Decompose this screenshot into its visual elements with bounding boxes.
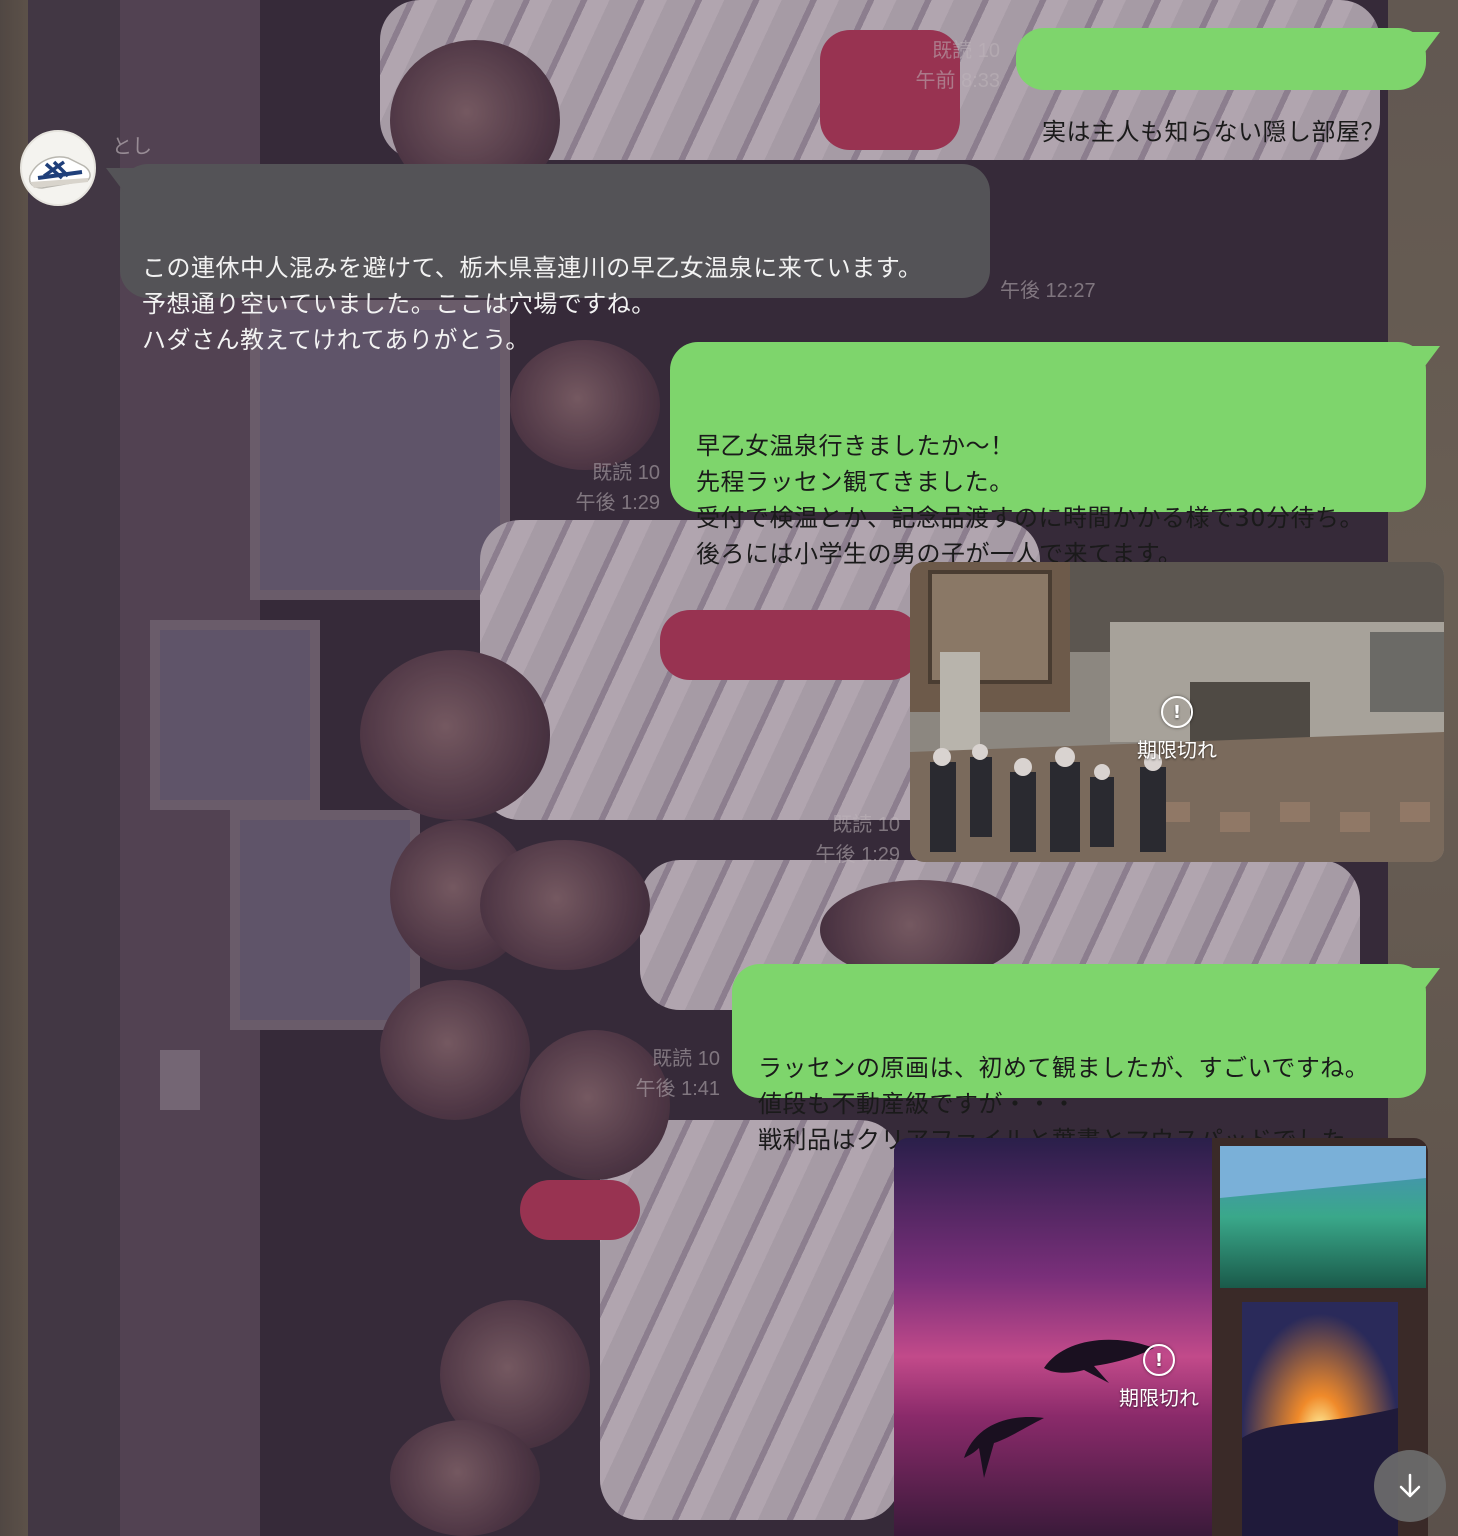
message-meta: 既読 10 午後 1:29 [520, 458, 660, 518]
image-message[interactable]: ! 期限切れ [894, 1138, 1428, 1536]
read-receipt: 既読 10 [832, 814, 900, 836]
message-time: 午後 12:27 [1000, 280, 1096, 302]
outgoing-message-bubble[interactable]: 実は主人も知らない隠し部屋？ [1016, 28, 1440, 146]
incoming-message-bubble[interactable]: この連休中人混みを避けて、栃木県喜連川の早乙女温泉に来ています。 予想通り空いて… [106, 164, 990, 354]
expired-overlay: ! 期限切れ [910, 696, 1444, 763]
read-receipt: 既読 10 [652, 1048, 720, 1070]
message-meta: 既読 10 午前 8:33 [860, 36, 1000, 96]
message-time: 午後 1:29 [815, 844, 900, 866]
expired-label: 期限切れ [1137, 738, 1217, 762]
expired-overlay: ! 期限切れ [894, 1344, 1428, 1411]
message-time: 午後 1:41 [635, 1078, 720, 1100]
image-message[interactable]: ! 期限切れ [910, 562, 1444, 862]
message-time: 午前 8:33 [915, 70, 1000, 92]
scroll-to-bottom-button[interactable] [1374, 1450, 1446, 1522]
outgoing-message-bubble[interactable]: 早乙女温泉行きましたか〜！ 先程ラッセン観てきました。 受付で検温とか、記念品渡… [670, 342, 1440, 568]
read-receipt: 既読 10 [592, 462, 660, 484]
art-photo [894, 1138, 1428, 1536]
arrow-down-icon [1399, 1473, 1421, 1498]
expired-label: 期限切れ [1119, 1386, 1199, 1410]
message-time: 午後 1:29 [575, 492, 660, 514]
contact-avatar[interactable] [20, 130, 96, 206]
exclamation-circle-icon: ! [1143, 1344, 1175, 1376]
message-text: 実は主人も知らない隠し部屋？ [1042, 118, 1385, 146]
read-receipt: 既読 10 [932, 40, 1000, 62]
exclamation-circle-icon: ! [1161, 696, 1193, 728]
message-meta: 既読 10 午後 1:29 [760, 810, 900, 870]
message-meta: 既読 10 午後 1:41 [580, 1044, 720, 1104]
outgoing-message-bubble[interactable]: ラッセンの原画は、初めて観ましたが、すごいですね。 値段も不動産級ですが・・・ … [732, 964, 1440, 1154]
contact-name: とし [112, 134, 152, 158]
